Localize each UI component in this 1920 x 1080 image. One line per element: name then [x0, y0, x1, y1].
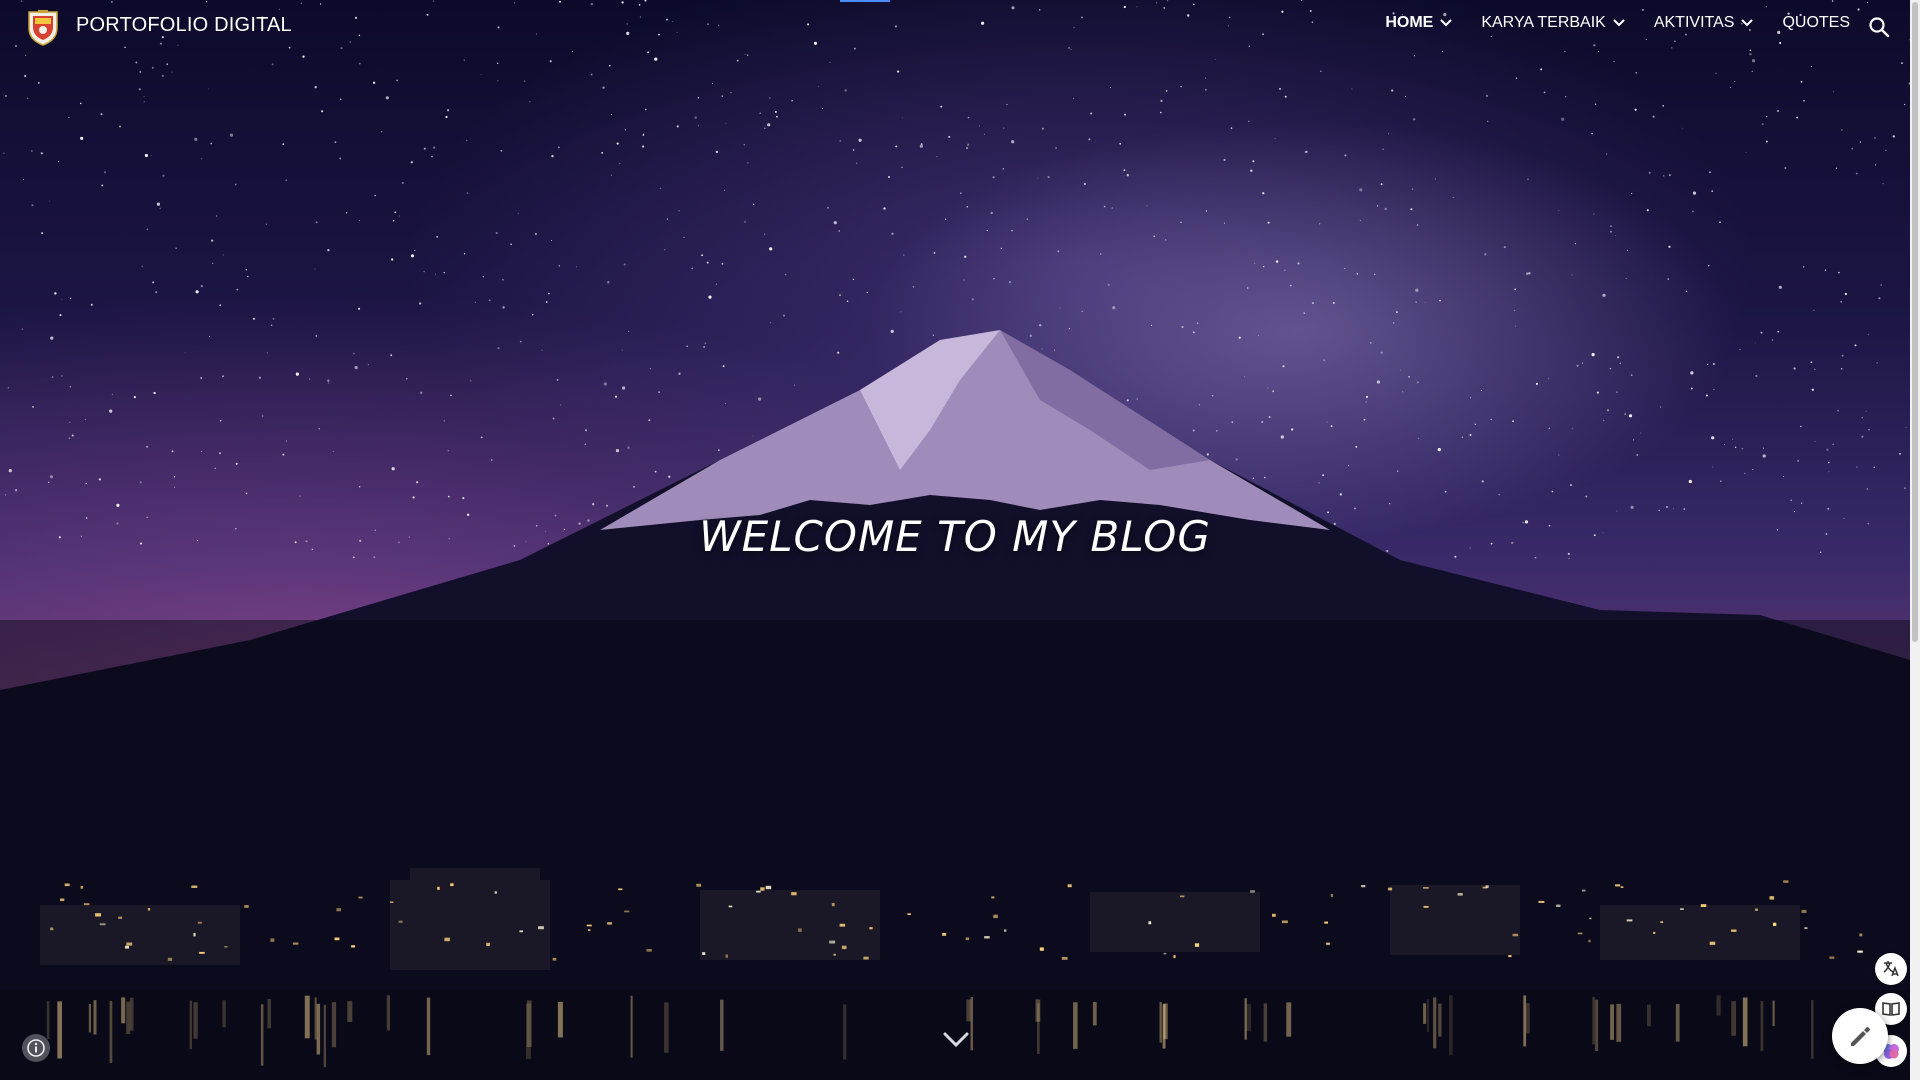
translate-icon [1883, 961, 1899, 977]
nav-item-label: HOME [1385, 14, 1434, 31]
pencil-icon [1851, 1027, 1870, 1046]
nav-item-home[interactable]: HOME [1385, 14, 1453, 32]
loading-indicator [840, 0, 890, 2]
page: PORTOFOLIO DIGITAL HOME KARYA TERBAIK AK… [0, 0, 1920, 1080]
nav-item-label: QUOTES [1782, 14, 1850, 31]
nav-item-label: AKTIVITAS [1653, 14, 1735, 31]
hero-heading: WELCOME TO MY BLOG [699, 512, 1211, 561]
nav-item-quotes[interactable]: QUOTES [1782, 14, 1850, 32]
info-icon [27, 1039, 45, 1057]
chevron-down-icon[interactable] [1612, 18, 1626, 28]
chevron-down-icon[interactable] [1740, 18, 1754, 28]
scrollbar-thumb[interactable] [1912, 2, 1918, 642]
top-navigation-bar: PORTOFOLIO DIGITAL HOME KARYA TERBAIK AK… [0, 0, 1910, 56]
page-scrollbar[interactable] [1910, 0, 1920, 1080]
info-button[interactable] [22, 1034, 50, 1062]
site-logo-icon[interactable] [26, 8, 60, 46]
chevron-down-icon[interactable] [1439, 18, 1453, 28]
chevron-down-icon[interactable] [941, 1028, 971, 1052]
main-navigation: HOME KARYA TERBAIK AKTIVITAS QUOTES [1385, 14, 1850, 32]
site-title[interactable]: PORTOFOLIO DIGITAL [76, 14, 292, 37]
nav-item-karya-terbaik[interactable]: KARYA TERBAIK [1481, 14, 1626, 32]
search-icon[interactable] [1868, 16, 1890, 38]
nav-item-label: KARYA TERBAIK [1481, 14, 1606, 31]
translate-button[interactable] [1875, 953, 1907, 985]
nav-item-aktivitas[interactable]: AKTIVITAS [1654, 14, 1755, 32]
edit-button[interactable] [1832, 1008, 1888, 1064]
